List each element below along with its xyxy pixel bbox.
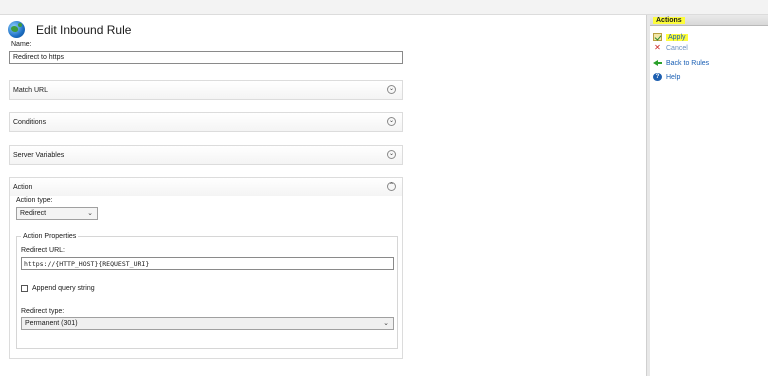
redirect-type-value: Permanent (301): [25, 320, 78, 327]
action-type-label: Action type:: [16, 197, 53, 204]
cancel-action[interactable]: ✕ Cancel: [653, 44, 688, 52]
action-type-select[interactable]: Redirect ⌄: [16, 207, 98, 220]
server-variables-label: Server Variables: [13, 152, 65, 159]
conditions-section[interactable]: Conditions ⌄: [9, 112, 403, 132]
back-arrow-icon: [653, 59, 662, 67]
cancel-label: Cancel: [666, 44, 688, 52]
match-url-header[interactable]: Match URL ⌄: [10, 81, 402, 99]
page-title: Edit Inbound Rule: [36, 22, 132, 37]
name-input[interactable]: Redirect to https: [9, 51, 403, 64]
match-url-section[interactable]: Match URL ⌄: [9, 80, 403, 100]
append-query-label: Append query string: [32, 285, 95, 292]
action-properties-group: Action Properties Redirect URL: https://…: [16, 233, 398, 349]
actions-header: Actions: [650, 15, 768, 26]
action-type-value: Redirect: [20, 210, 47, 217]
conditions-header[interactable]: Conditions ⌄: [10, 113, 402, 131]
append-query-checkbox[interactable]: [21, 285, 28, 292]
help-icon: ?: [653, 73, 662, 81]
main-panel: Edit Inbound Rule Name: Redirect to http…: [0, 15, 646, 376]
apply-icon: [653, 33, 662, 41]
redirect-url-input[interactable]: https://{HTTP_HOST}{REQUEST_URI}: [21, 257, 394, 270]
globe-icon: [8, 21, 25, 38]
expand-chevron-icon[interactable]: ⌄: [387, 117, 396, 126]
redirect-url-label: Redirect URL:: [21, 247, 65, 254]
top-bar: [0, 0, 768, 15]
name-label: Name:: [11, 41, 32, 48]
redirect-type-label: Redirect type:: [21, 308, 65, 315]
server-variables-section[interactable]: Server Variables ⌄: [9, 145, 403, 165]
action-properties-legend: Action Properties: [21, 233, 79, 240]
page-header: Edit Inbound Rule: [8, 21, 131, 38]
actions-title: Actions: [653, 17, 685, 24]
server-variables-header[interactable]: Server Variables ⌄: [10, 146, 402, 164]
action-section: Action ⌃ Action type: Redirect ⌄ Action …: [9, 177, 403, 359]
expand-chevron-icon[interactable]: ⌄: [387, 150, 396, 159]
action-label: Action: [13, 184, 33, 191]
cancel-icon: ✕: [654, 43, 661, 52]
collapse-chevron-icon[interactable]: ⌃: [387, 182, 396, 191]
chevron-down-icon: ⌄: [383, 320, 389, 327]
back-to-rules-label: Back to Rules: [666, 59, 710, 67]
apply-label: Apply: [666, 33, 688, 41]
append-query-row[interactable]: Append query string: [21, 285, 95, 292]
back-to-rules-action[interactable]: Back to Rules: [653, 59, 709, 67]
conditions-label: Conditions: [13, 119, 47, 126]
chevron-down-icon: ⌄: [87, 210, 93, 217]
redirect-type-select[interactable]: Permanent (301) ⌄: [21, 317, 394, 330]
expand-chevron-icon[interactable]: ⌄: [387, 85, 396, 94]
actions-pane: Actions Apply ✕ Cancel Back to Rules ? H…: [650, 15, 768, 376]
help-label: Help: [666, 73, 681, 81]
action-header[interactable]: Action ⌃: [10, 178, 402, 196]
apply-action[interactable]: Apply: [653, 33, 688, 41]
match-url-label: Match URL: [13, 87, 49, 94]
help-action[interactable]: ? Help: [653, 73, 680, 81]
